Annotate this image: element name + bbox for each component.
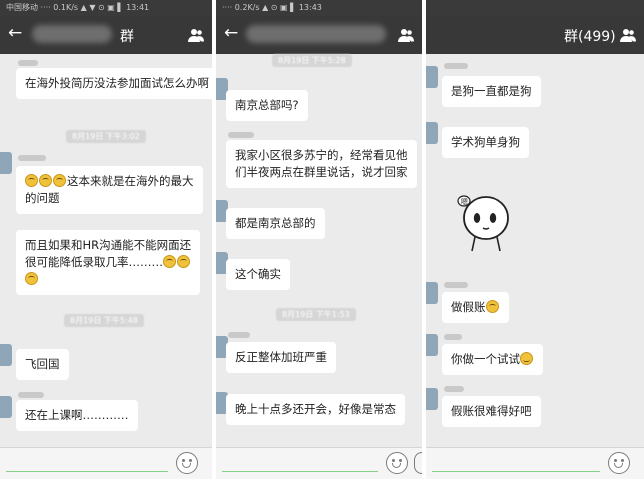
message-text: 这个确实 <box>235 267 281 281</box>
input-bar <box>216 447 422 479</box>
message-text: 反正整体加班严重 <box>235 350 327 364</box>
emoji-icon <box>177 255 190 268</box>
message-text: 而且如果和HR沟通能不能网面还 <box>25 238 192 252</box>
emoji-icon <box>25 272 38 285</box>
back-arrow-icon[interactable]: ← <box>8 23 22 43</box>
message-text: 的问题 <box>25 191 60 205</box>
avatar[interactable] <box>426 122 438 144</box>
status-bar: ···· 0.2K/s ▲ ⊙ ▣ ▌ 13:43 <box>216 0 422 16</box>
nickname <box>444 282 468 288</box>
emoji-button-icon[interactable] <box>386 452 408 474</box>
more-button-icon[interactable] <box>414 452 422 474</box>
emoji-icon <box>53 174 66 187</box>
chat-title-bar: 群(499) <box>426 16 644 54</box>
smiley-emoji-icon <box>520 352 533 365</box>
message-text: 是狗一直都是狗 <box>451 84 532 98</box>
message-text: 们半夜两点在群里说话，说才回家 <box>235 165 408 179</box>
sticker-image[interactable]: 嗯 <box>456 190 516 254</box>
nickname <box>444 386 464 392</box>
status-bar: 中国移动 ···· 0.1K/s ▲ ▼ ⊙ ▣ ▌ 13:41 <box>0 0 212 16</box>
nickname <box>444 334 462 340</box>
emoji-icon <box>39 174 52 187</box>
emoji-icon <box>163 255 176 268</box>
message-bubble[interactable]: 都是南京总部的 <box>226 208 325 239</box>
message-bubble[interactable]: 晚上十点多还开会，好像是常态 <box>226 394 405 425</box>
chat-screenshot-middle: ···· 0.2K/s ▲ ⊙ ▣ ▌ 13:43 ← 8月19日 下午5:28… <box>216 0 422 479</box>
message-bubble[interactable]: 是狗一直都是狗 <box>442 76 541 107</box>
message-bubble[interactable]: 做假账 <box>442 292 509 323</box>
emoji-icon <box>485 300 499 313</box>
nickname <box>228 132 254 138</box>
message-input[interactable] <box>6 471 168 472</box>
message-text: 我家小区很多苏宁的，经常看见他 <box>235 148 408 162</box>
message-text: 假账很难得好吧 <box>451 404 532 418</box>
message-bubble[interactable]: 飞回国 <box>16 349 69 380</box>
message-bubble[interactable]: 学术狗单身狗 <box>442 127 529 158</box>
nickname <box>444 63 468 69</box>
avatar[interactable] <box>0 396 12 418</box>
chat-title: 群 <box>120 29 134 45</box>
timestamp: 8月19日 下午1:53 <box>276 308 356 321</box>
timestamp: 8月19日 下午5:48 <box>64 314 144 327</box>
message-input[interactable] <box>432 471 600 472</box>
avatar[interactable] <box>0 344 12 366</box>
message-bubble[interactable]: 你做一个试试 <box>442 344 543 375</box>
group-members-icon[interactable] <box>398 27 414 43</box>
message-text: 学术狗单身狗 <box>451 135 520 149</box>
nickname <box>18 60 38 66</box>
message-bubble[interactable]: 假账很难得好吧 <box>442 396 541 427</box>
message-bubble[interactable]: 这个确实 <box>226 259 290 290</box>
message-bubble[interactable]: 反正整体加班严重 <box>226 342 336 373</box>
message-bubble[interactable]: 南京总部吗? <box>226 90 308 121</box>
message-text: 做假账 <box>451 300 486 314</box>
message-bubble[interactable]: 在海外投简历没法参加面试怎么办啊 <box>16 68 212 99</box>
emoji-button-icon[interactable] <box>176 452 198 474</box>
blurred-chat-name <box>246 25 386 43</box>
message-text: 都是南京总部的 <box>235 216 316 230</box>
chat-title-bar: ← 群 <box>0 16 212 54</box>
message-text: 很可能降低录取几率……… <box>25 255 163 269</box>
sticker-text: 嗯 <box>461 198 468 206</box>
avatar[interactable] <box>426 334 438 356</box>
message-bubble[interactable]: 这本来就是在海外的最大 的问题 <box>16 166 203 214</box>
message-input[interactable] <box>222 471 378 472</box>
emoji-icon <box>25 174 38 187</box>
timestamp: 8月19日 下午3:02 <box>66 130 146 143</box>
message-text: 飞回国 <box>25 357 60 371</box>
group-members-icon[interactable] <box>188 27 204 43</box>
message-text: 还在上课啊………… <box>25 408 129 422</box>
message-bubble[interactable]: 而且如果和HR沟通能不能网面还 很可能降低录取几率……… <box>16 230 201 295</box>
avatar[interactable] <box>426 388 438 410</box>
message-bubble[interactable]: 还在上课啊………… <box>16 400 138 431</box>
nickname <box>18 155 46 161</box>
back-arrow-icon[interactable]: ← <box>224 23 238 43</box>
nickname <box>18 392 44 398</box>
message-text: 晚上十点多还开会，好像是常态 <box>235 402 396 416</box>
nickname <box>228 332 250 338</box>
timestamp: 8月19日 下午5:28 <box>272 54 352 67</box>
group-members-icon[interactable] <box>620 27 636 43</box>
message-text: 在海外投简历没法参加面试怎么办啊 <box>25 76 209 90</box>
message-bubble[interactable]: 我家小区很多苏宁的，经常看见他 们半夜两点在群里说话，说才回家 <box>226 140 417 188</box>
chat-screenshot-right: 群(499) 是狗一直都是狗 学术狗单身狗 嗯 做假账 你做一个试试 假账很难得… <box>426 0 644 479</box>
avatar[interactable] <box>0 152 12 174</box>
chat-title-bar: ← <box>216 16 422 54</box>
avatar[interactable] <box>426 282 438 304</box>
chat-screenshot-left: 中国移动 ···· 0.1K/s ▲ ▼ ⊙ ▣ ▌ 13:41 ← 群 在海外… <box>0 0 212 479</box>
emoji-button-icon[interactable] <box>608 452 630 474</box>
input-bar <box>426 447 644 479</box>
status-time: 13:43 <box>298 3 322 12</box>
avatar[interactable] <box>426 66 438 88</box>
input-bar <box>0 447 212 479</box>
chat-title: 群(499) <box>564 29 616 45</box>
message-text: 南京总部吗? <box>235 98 299 112</box>
message-text: 你做一个试试 <box>451 352 520 366</box>
status-bar <box>426 0 644 16</box>
blurred-chat-name <box>32 25 112 43</box>
message-text: 这本来就是在海外的最大 <box>67 174 194 188</box>
